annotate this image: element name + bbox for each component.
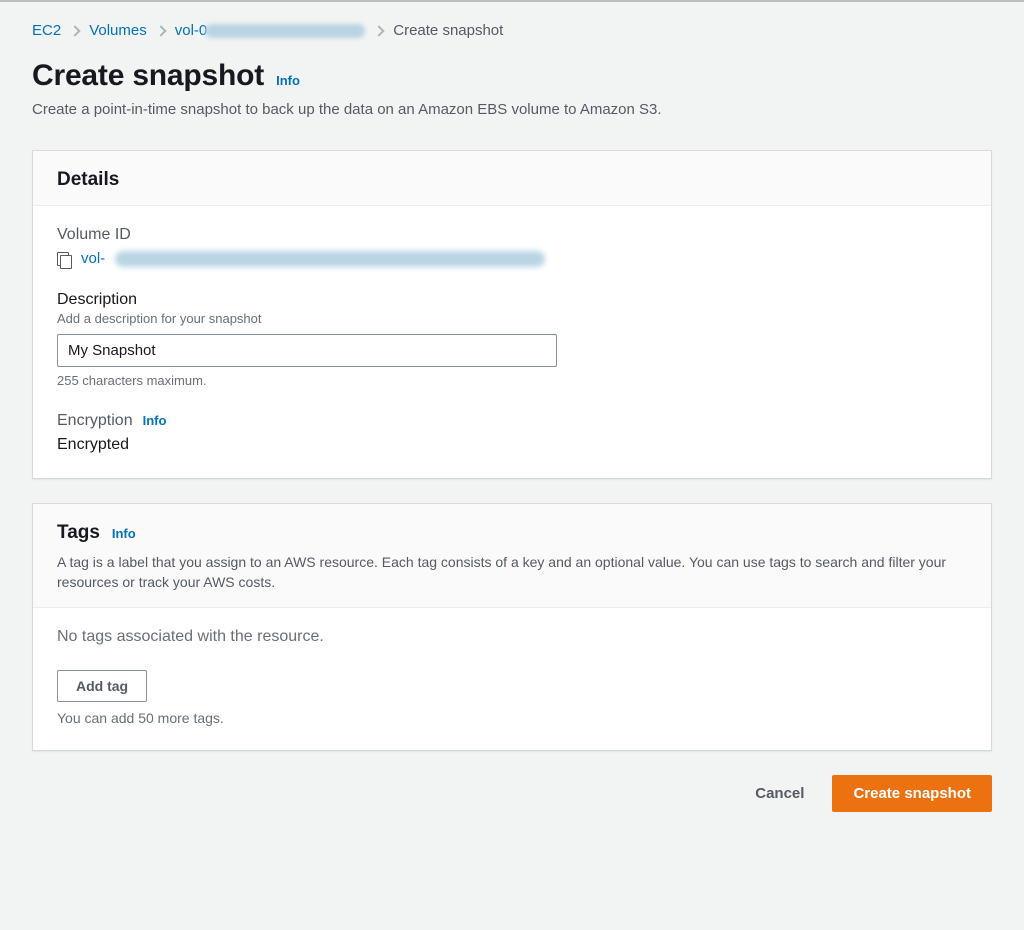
page-actions: Cancel Create snapshot <box>32 775 992 812</box>
cancel-button[interactable]: Cancel <box>737 776 822 811</box>
page-title: Create snapshot <box>32 59 264 93</box>
description-max-hint: 255 characters maximum. <box>57 373 967 388</box>
page-description: Create a point-in-time snapshot to back … <box>32 101 992 118</box>
add-tag-button[interactable]: Add tag <box>57 670 147 702</box>
description-input[interactable] <box>57 334 557 367</box>
description-label: Description <box>57 291 967 309</box>
chevron-right-icon <box>155 25 166 36</box>
copy-icon[interactable] <box>57 252 71 266</box>
breadcrumb: EC2 Volumes vol-0 Create snapshot <box>0 2 1024 47</box>
encryption-label: Encryption <box>57 412 133 430</box>
encryption-value: Encrypted <box>57 436 967 454</box>
description-hint: Add a description for your snapshot <box>57 311 967 326</box>
description-field: Description Add a description for your s… <box>57 291 967 388</box>
tags-title: Tags <box>57 522 100 544</box>
tags-info-link[interactable]: Info <box>112 526 136 541</box>
create-snapshot-button[interactable]: Create snapshot <box>832 775 992 812</box>
breadcrumb-volumes[interactable]: Volumes <box>89 22 147 39</box>
chevron-right-icon <box>374 25 385 36</box>
encryption-info-link[interactable]: Info <box>143 413 167 428</box>
breadcrumb-current: Create snapshot <box>393 22 503 39</box>
details-panel-header: Details <box>33 151 991 206</box>
breadcrumb-ec2[interactable]: EC2 <box>32 22 61 39</box>
tags-limit-hint: You can add 50 more tags. <box>57 710 967 726</box>
tags-panel-header: Tags Info A tag is a label that you assi… <box>33 504 991 608</box>
tags-empty-text: No tags associated with the resource. <box>57 628 967 646</box>
details-panel: Details Volume ID vol- Description Add a… <box>32 150 992 479</box>
volume-id-link[interactable]: vol- <box>81 250 105 267</box>
tags-panel: Tags Info A tag is a label that you assi… <box>32 503 992 751</box>
volume-id-label: Volume ID <box>57 226 967 244</box>
encryption-field: Encryption Info Encrypted <box>57 412 967 454</box>
breadcrumb-volume-id[interactable]: vol-0 <box>175 22 366 39</box>
chevron-right-icon <box>70 25 81 36</box>
tags-description: A tag is a label that you assign to an A… <box>57 552 967 593</box>
page-title-info-link[interactable]: Info <box>276 73 300 88</box>
page-header: Create snapshot Info Create a point-in-t… <box>0 47 1024 134</box>
redacted-blur <box>205 24 365 38</box>
redacted-blur <box>115 251 545 267</box>
volume-id-field: Volume ID vol- <box>57 226 967 267</box>
details-title: Details <box>57 169 119 191</box>
